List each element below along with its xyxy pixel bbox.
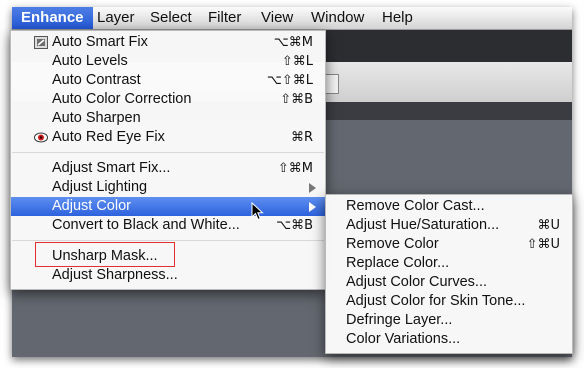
submenu-item-remove-color-cast[interactable]: Remove Color Cast... [326,197,572,216]
menu-separator [12,152,324,153]
menu-item-label: Adjust Color for Skin Tone... [346,293,526,309]
mouse-pointer-icon [251,201,265,222]
submenu-arrow-icon [309,202,316,212]
submenu-arrow-icon [309,183,316,193]
menu-item-adjust-smart-fix[interactable]: Adjust Smart Fix... ⇧⌘M [11,159,325,178]
menu-item-label: Remove Color Cast... [346,198,485,214]
menu-item-label: Replace Color... [346,255,450,271]
adjust-color-submenu: Remove Color Cast... Adjust Hue/Saturati… [325,194,573,354]
menu-item-auto-red-eye-fix[interactable]: Auto Red Eye Fix ⌘R [11,128,325,147]
menu-item-adjust-sharpness[interactable]: Adjust Sharpness... [11,266,325,285]
menu-item-label: Convert to Black and White... [52,217,240,233]
menu-item-label: Unsharp Mask... [52,248,158,264]
menu-item-label: Auto Sharpen [52,110,141,126]
menu-item-shortcut: ⌥⇧⌘L [266,73,313,88]
menu-bar: Enhance Layer Select Filter View Window … [12,7,572,30]
submenu-item-replace-color[interactable]: Replace Color... [326,254,572,273]
menu-view[interactable]: View [252,7,302,29]
menu-layer[interactable]: Layer [88,7,144,29]
menu-item-shortcut: ⇧⌘L [281,54,313,69]
menu-item-label: Auto Red Eye Fix [52,129,165,145]
menu-item-auto-color-correction[interactable]: Auto Color Correction ⇧⌘B [11,90,325,109]
auto-smart-fix-icon [34,36,48,49]
menu-item-shortcut: ⇧⌘M [277,161,313,176]
menu-item-convert-to-black-and-white[interactable]: Convert to Black and White... ⌥⌘B [11,216,325,235]
menu-select[interactable]: Select [141,7,201,29]
menu-item-shortcut: ⇧⌘B [280,92,313,107]
menu-item-auto-contrast[interactable]: Auto Contrast ⌥⇧⌘L [11,71,325,90]
menu-item-shortcut: ⌥⌘M [273,35,313,50]
red-eye-icon [34,131,48,144]
menu-item-shortcut: ⌥⌘B [276,218,313,233]
menu-help[interactable]: Help [373,7,422,29]
menu-item-label: Adjust Lighting [52,179,148,195]
menu-item-label: Color Variations... [346,331,461,347]
menu-item-label: Defringe Layer... [346,312,453,328]
menu-item-shortcut: ⌘U [537,218,560,233]
menu-item-auto-smart-fix[interactable]: Auto Smart Fix ⌥⌘M [11,33,325,52]
menu-item-adjust-lighting[interactable]: Adjust Lighting [11,178,325,197]
submenu-item-adjust-hue-saturation[interactable]: Adjust Hue/Saturation... ⌘U [326,216,572,235]
menu-item-label: Adjust Color [52,198,131,214]
submenu-item-remove-color[interactable]: Remove Color ⇧⌘U [326,235,572,254]
menu-item-label: Auto Levels [52,53,128,69]
menu-item-label: Adjust Color Curves... [346,274,488,290]
menu-item-shortcut: ⌘R [290,130,313,145]
menu-window[interactable]: Window [302,7,373,29]
menu-item-label: Adjust Sharpness... [52,267,178,283]
menu-item-unsharp-mask[interactable]: Unsharp Mask... [11,247,325,266]
enhance-menu: Auto Smart Fix ⌥⌘M Auto Levels ⇧⌘L Auto … [10,30,326,290]
menu-separator [12,240,324,241]
submenu-item-color-variations[interactable]: Color Variations... [326,330,572,349]
menu-item-auto-sharpen[interactable]: Auto Sharpen [11,109,325,128]
menu-item-label: Auto Smart Fix [52,34,148,50]
menu-enhance[interactable]: Enhance [12,7,93,29]
menu-item-adjust-color[interactable]: Adjust Color [11,197,325,216]
menu-item-shortcut: ⇧⌘U [526,237,560,252]
submenu-item-defringe-layer[interactable]: Defringe Layer... [326,311,572,330]
menu-item-label: Adjust Hue/Saturation... [346,217,500,233]
submenu-item-adjust-color-skin-tone[interactable]: Adjust Color for Skin Tone... [326,292,572,311]
menu-item-label: Remove Color [346,236,439,252]
menu-item-label: Auto Color Correction [52,91,192,107]
menu-item-label: Adjust Smart Fix... [52,160,171,176]
submenu-item-adjust-color-curves[interactable]: Adjust Color Curves... [326,273,572,292]
menu-item-label: Auto Contrast [52,72,141,88]
menu-item-auto-levels[interactable]: Auto Levels ⇧⌘L [11,52,325,71]
menu-filter[interactable]: Filter [199,7,250,29]
